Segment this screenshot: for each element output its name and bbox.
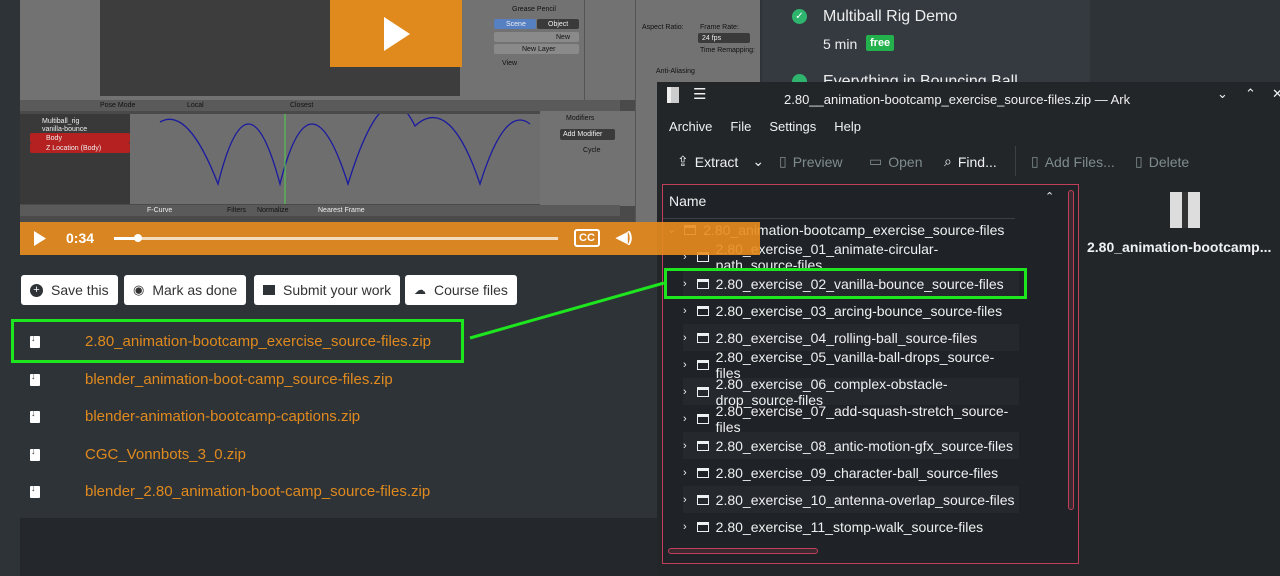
search-icon: ⌕	[944, 153, 952, 169]
chevron-right-icon[interactable]: ›	[683, 332, 687, 344]
blender-graph-editor	[130, 114, 540, 204]
file-link[interactable]: 2.80_animation-bootcamp_exercise_source-…	[30, 333, 431, 350]
play-overlay-button[interactable]	[330, 0, 462, 67]
submit-work-button[interactable]: Submit your work	[254, 275, 401, 305]
chevron-right-icon[interactable]: ›	[683, 494, 687, 506]
chevron-right-icon[interactable]: ›	[683, 359, 687, 371]
save-this-button[interactable]: + Save this	[21, 275, 118, 305]
file-link[interactable]: blender_2.80_animation-boot-camp_source-…	[30, 483, 430, 500]
file-download-icon	[30, 483, 40, 498]
folder-icon	[696, 494, 709, 505]
horizontal-scrollbar[interactable]	[668, 548, 818, 554]
tree-row[interactable]: › 2.80_exercise_03_arcing-bounce_source-f…	[683, 297, 1019, 324]
close-button[interactable]: ✕	[1272, 86, 1280, 102]
play-icon	[384, 16, 410, 51]
column-header-name[interactable]: Name	[669, 193, 706, 209]
file-download-icon	[30, 446, 40, 461]
toolbar-divider	[1015, 146, 1016, 176]
menu-archive[interactable]: Archive	[669, 119, 712, 134]
chevron-down-icon: ⌄	[752, 153, 765, 169]
play-icon[interactable]	[34, 231, 46, 246]
add-files-button[interactable]: ▯ Add Files...	[1031, 153, 1115, 170]
chevron-right-icon[interactable]: ›	[683, 305, 687, 317]
open-button[interactable]: ▭ Open	[869, 153, 922, 170]
menu-file[interactable]: File	[730, 119, 751, 134]
seek-handle[interactable]	[134, 234, 142, 242]
file-download-icon	[30, 371, 40, 386]
folder-icon	[696, 440, 709, 451]
chevron-right-icon[interactable]: ›	[683, 467, 687, 479]
tree-row[interactable]: › 2.80_exercise_11_stomp-walk_source-file…	[683, 513, 1019, 540]
blender-modifiers	[540, 111, 635, 206]
file-link[interactable]: blender-animation-bootcamp-captions.zip	[30, 408, 360, 425]
course-files-button[interactable]: ☁ Course files	[405, 275, 517, 305]
menu-help[interactable]: Help	[834, 119, 861, 134]
ark-app-icon	[667, 87, 679, 103]
tree-row[interactable]: › 2.80_exercise_09_character-ball_source-…	[683, 459, 1019, 486]
folder-icon	[696, 521, 709, 532]
preview-button[interactable]: ▯ Preview	[779, 153, 843, 170]
minimize-button[interactable]: ⌄	[1217, 86, 1228, 102]
vertical-scrollbar[interactable]	[1068, 190, 1074, 510]
check-icon: ✓	[792, 9, 807, 24]
chevron-right-icon[interactable]: ›	[683, 386, 687, 398]
eye-icon: ◉	[133, 282, 145, 297]
delete-icon: ▯	[1135, 153, 1143, 169]
free-badge: free	[866, 35, 895, 51]
folder-icon	[696, 413, 709, 424]
extract-button[interactable]: ⇪ Extract ⌄	[677, 153, 764, 170]
tree-row[interactable]: › 2.80_exercise_08_antic-motion-gfx_sourc…	[683, 432, 1019, 459]
tree-row[interactable]: › 2.80_exercise_04_rolling-ball_source-fi…	[683, 324, 1019, 351]
folder-icon	[696, 359, 709, 370]
file-link[interactable]: blender_animation-boot-camp_source-files…	[30, 371, 393, 388]
lesson-title[interactable]: Multiball Rig Demo	[823, 8, 957, 26]
extract-icon: ⇪	[677, 153, 689, 169]
cloud-download-icon: ☁	[414, 283, 426, 297]
chevron-right-icon[interactable]: ›	[683, 413, 687, 425]
maximize-button[interactable]: ⌃	[1245, 86, 1256, 102]
comments-area	[20, 518, 660, 576]
zip-file-icon	[1170, 192, 1200, 228]
hamburger-menu-icon[interactable]: ☰	[693, 85, 706, 103]
tree-row[interactable]: › 2.80_exercise_06_complex-obstacle-drop_…	[683, 376, 1019, 408]
current-time: 0:34	[66, 230, 95, 246]
plus-circle-icon: +	[30, 283, 43, 297]
tree-row[interactable]: › 2.80_exercise_10_antenna-overlap_source…	[683, 486, 1019, 513]
sort-ascending-icon: ⌃	[1045, 191, 1055, 203]
file-link[interactable]: CGC_Vonnbots_3_0.zip	[30, 446, 246, 463]
volume-icon[interactable]: ◀)	[616, 228, 633, 246]
preview-icon: ▯	[779, 153, 787, 169]
find-button[interactable]: ⌕ Find...	[944, 153, 997, 170]
tree-row[interactable]: › 2.80_exercise_07_add-squash-stretch_sou…	[683, 403, 1019, 435]
chevron-right-icon[interactable]: ›	[683, 440, 687, 452]
folder-icon	[696, 386, 709, 397]
preview-filename: 2.80_animation-bootcamp...	[1087, 239, 1272, 255]
folder-icon: ▭	[869, 153, 883, 169]
mark-as-done-button[interactable]: ◉ Mark as done	[124, 275, 247, 305]
video-controls: 0:34 CC ◀)	[20, 222, 760, 255]
video-player[interactable]: Multiball_rig vanilla-bounce Body Z Loca…	[20, 0, 760, 255]
ark-window: ☰ 2.80__animation-bootcamp_exercise_sour…	[657, 82, 1280, 576]
folder-upload-icon	[263, 285, 275, 295]
menu-settings[interactable]: Settings	[769, 119, 816, 134]
delete-button[interactable]: ▯ Delete	[1135, 153, 1189, 170]
seek-bar[interactable]	[114, 234, 558, 242]
file-download-icon	[30, 408, 40, 423]
folder-icon	[696, 305, 709, 316]
window-title: 2.80__animation-bootcamp_exercise_source…	[784, 92, 1131, 107]
tree-row[interactable]: › 2.80_exercise_05_vanilla-ball-drops_sou…	[683, 349, 1019, 381]
folder-icon	[696, 332, 709, 343]
file-download-icon	[30, 333, 40, 348]
folder-icon	[696, 467, 709, 478]
channel-body[interactable]	[30, 133, 130, 143]
lesson-sidebar: ✓ Multiball Rig Demo 5 min free Everythi…	[762, 0, 1090, 90]
chevron-right-icon[interactable]: ›	[683, 521, 687, 533]
add-file-icon: ▯	[1031, 153, 1039, 169]
highlight-box	[664, 268, 1027, 299]
cc-button[interactable]: CC	[574, 229, 600, 247]
